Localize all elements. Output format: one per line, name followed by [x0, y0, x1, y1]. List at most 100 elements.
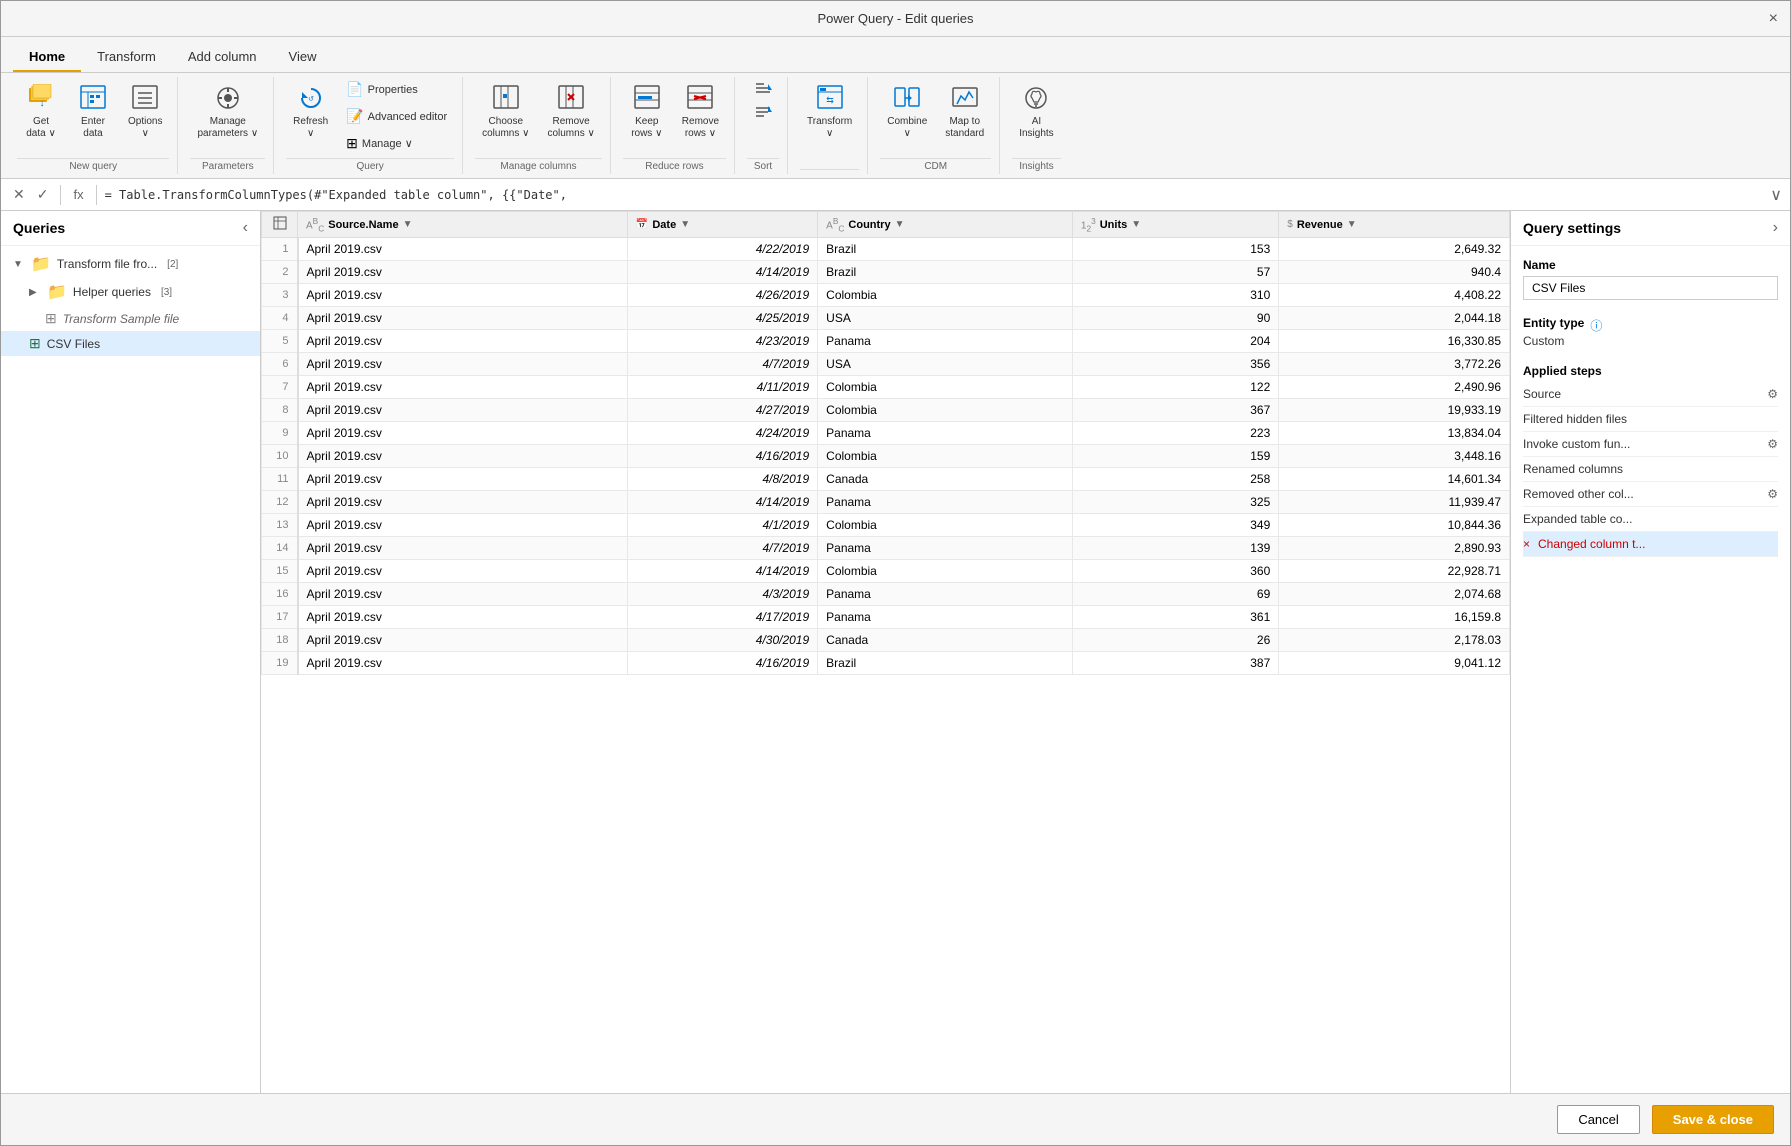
date-cell: 4/26/2019: [627, 284, 817, 307]
manage-button[interactable]: ⊞ Manage ∨: [339, 131, 454, 156]
qs-expand-button[interactable]: ›: [1773, 219, 1778, 237]
formula-cancel-icon[interactable]: ✕: [9, 184, 29, 205]
qs-info-icon[interactable]: ⓘ: [1590, 317, 1602, 334]
options-button[interactable]: Options∨: [121, 77, 169, 145]
table-row[interactable]: 10 April 2019.csv 4/16/2019 Colombia 159…: [262, 445, 1510, 468]
refresh-button[interactable]: ↺ Refresh∨: [286, 77, 335, 145]
table-row[interactable]: 5 April 2019.csv 4/23/2019 Panama 204 16…: [262, 330, 1510, 353]
save-close-button[interactable]: Save & close: [1652, 1105, 1774, 1134]
step-gear-icon-removed-other-col[interactable]: ⚙: [1767, 487, 1778, 501]
country-cell: USA: [818, 307, 1073, 330]
table-row[interactable]: 2 April 2019.csv 4/14/2019 Brazil 57 940…: [262, 261, 1510, 284]
remove-columns-button[interactable]: Removecolumns ∨: [540, 77, 601, 145]
folder-icon-transform: 📁: [31, 254, 51, 274]
transform-button[interactable]: ⇆ Transform∨: [800, 77, 859, 145]
table-row[interactable]: 18 April 2019.csv 4/30/2019 Canada 26 2,…: [262, 629, 1510, 652]
table-row[interactable]: 19 April 2019.csv 4/16/2019 Brazil 387 9…: [262, 652, 1510, 675]
col-header-revenue[interactable]: $ Revenue ▼: [1279, 212, 1510, 238]
step-error-icon[interactable]: ×: [1523, 537, 1530, 551]
date-cell: 4/17/2019: [627, 606, 817, 629]
source-cell: April 2019.csv: [298, 537, 628, 560]
tab-view[interactable]: View: [273, 43, 333, 72]
step-item-source[interactable]: Source⚙: [1523, 382, 1778, 407]
keep-rows-button[interactable]: Keeprows ∨: [623, 77, 671, 145]
titlebar: Power Query - Edit queries ×: [1, 1, 1790, 37]
get-data-button[interactable]: ↓ Getdata ∨: [17, 77, 65, 145]
grid-scroll[interactable]: ABC Source.Name ▼ 📅 Date ▼: [261, 211, 1510, 1093]
step-item-invoke-custom[interactable]: Invoke custom fun...⚙: [1523, 432, 1778, 457]
enter-data-button[interactable]: Enterdata: [69, 77, 117, 145]
table-row[interactable]: 14 April 2019.csv 4/7/2019 Panama 139 2,…: [262, 537, 1510, 560]
ribbon-group-reduce-rows-label: Reduce rows: [623, 158, 726, 174]
table-row[interactable]: 17 April 2019.csv 4/17/2019 Panama 361 1…: [262, 606, 1510, 629]
table-row[interactable]: 1 April 2019.csv 4/22/2019 Brazil 153 2,…: [262, 238, 1510, 261]
qs-entity-type-value: Custom: [1523, 334, 1778, 348]
step-item-filtered-hidden[interactable]: Filtered hidden files: [1523, 407, 1778, 432]
combine-button[interactable]: Combine∨: [880, 77, 934, 145]
step-item-renamed-columns[interactable]: Renamed columns: [1523, 457, 1778, 482]
units-cell: 122: [1072, 376, 1278, 399]
col-filter-country[interactable]: ▼: [895, 219, 905, 230]
formula-expand-icon[interactable]: ∨: [1770, 185, 1782, 205]
table-row[interactable]: 8 April 2019.csv 4/27/2019 Colombia 367 …: [262, 399, 1510, 422]
table-row[interactable]: 15 April 2019.csv 4/14/2019 Colombia 360…: [262, 560, 1510, 583]
sort-asc-button[interactable]: [747, 77, 779, 99]
table-row[interactable]: 3 April 2019.csv 4/26/2019 Colombia 310 …: [262, 284, 1510, 307]
ai-insights-button[interactable]: AIInsights: [1012, 77, 1060, 145]
remove-rows-button[interactable]: Removerows ∨: [675, 77, 726, 145]
manage-parameters-icon: [212, 82, 244, 114]
date-cell: 4/11/2019: [627, 376, 817, 399]
table-row[interactable]: 13 April 2019.csv 4/1/2019 Colombia 349 …: [262, 514, 1510, 537]
step-item-changed-column-t[interactable]: ×Changed column t...: [1523, 532, 1778, 557]
tab-add-column[interactable]: Add column: [172, 43, 273, 72]
choose-columns-button[interactable]: Choosecolumns ∨: [475, 77, 536, 145]
sidebar-item-csv-files[interactable]: ⊞ CSV Files: [1, 331, 260, 356]
revenue-cell: 22,928.71: [1279, 560, 1510, 583]
qs-name-input[interactable]: [1523, 276, 1778, 300]
advanced-editor-button[interactable]: 📝 Advanced editor: [339, 104, 454, 129]
col-filter-source[interactable]: ▼: [403, 219, 413, 230]
cancel-button[interactable]: Cancel: [1557, 1105, 1639, 1134]
table-row[interactable]: 7 April 2019.csv 4/11/2019 Colombia 122 …: [262, 376, 1510, 399]
table-row[interactable]: 11 April 2019.csv 4/8/2019 Canada 258 14…: [262, 468, 1510, 491]
table-row[interactable]: 16 April 2019.csv 4/3/2019 Panama 69 2,0…: [262, 583, 1510, 606]
col-header-date[interactable]: 📅 Date ▼: [627, 212, 817, 238]
country-cell: Panama: [818, 583, 1073, 606]
properties-button[interactable]: 📄 Properties: [339, 77, 454, 102]
table-row[interactable]: 6 April 2019.csv 4/7/2019 USA 356 3,772.…: [262, 353, 1510, 376]
col-filter-units[interactable]: ▼: [1131, 219, 1141, 230]
tab-transform[interactable]: Transform: [81, 43, 172, 72]
sidebar-item-transform-sample[interactable]: ⊞ Transform Sample file: [1, 306, 260, 331]
step-gear-icon-source[interactable]: ⚙: [1767, 387, 1778, 401]
col-header-units[interactable]: 123 Units ▼: [1072, 212, 1278, 238]
row-num-cell: 1: [262, 238, 298, 261]
source-cell: April 2019.csv: [298, 238, 628, 261]
sidebar-item-helper-queries[interactable]: ▶ 📁 Helper queries [3]: [1, 278, 260, 306]
date-cell: 4/16/2019: [627, 652, 817, 675]
col-filter-revenue[interactable]: ▼: [1347, 219, 1357, 230]
country-cell: Panama: [818, 537, 1073, 560]
col-header-source[interactable]: ABC Source.Name ▼: [298, 212, 628, 238]
formula-confirm-icon[interactable]: ✓: [33, 184, 53, 205]
step-item-expanded-table-co[interactable]: Expanded table co...: [1523, 507, 1778, 532]
col-header-country[interactable]: ABC Country ▼: [818, 212, 1073, 238]
close-button[interactable]: ×: [1769, 10, 1778, 28]
tab-home[interactable]: Home: [13, 43, 81, 72]
step-item-removed-other-col[interactable]: Removed other col...⚙: [1523, 482, 1778, 507]
table-row[interactable]: 9 April 2019.csv 4/24/2019 Panama 223 13…: [262, 422, 1510, 445]
map-to-standard-button[interactable]: Map tostandard: [938, 77, 991, 145]
units-cell: 387: [1072, 652, 1278, 675]
sidebar-item-transform-file[interactable]: ▼ 📁 Transform file fro... [2]: [1, 250, 260, 278]
formula-input[interactable]: = Table.TransformColumnTypes(#"Expanded …: [105, 188, 1763, 202]
manage-parameters-button[interactable]: Manageparameters ∨: [190, 77, 265, 145]
col-filter-date[interactable]: ▼: [680, 219, 690, 230]
table-row[interactable]: 12 April 2019.csv 4/14/2019 Panama 325 1…: [262, 491, 1510, 514]
sidebar-collapse-button[interactable]: ‹: [243, 219, 248, 237]
sort-desc-button[interactable]: [747, 101, 779, 123]
sidebar-title: Queries: [13, 220, 65, 236]
step-gear-icon-invoke-custom[interactable]: ⚙: [1767, 437, 1778, 451]
units-cell: 356: [1072, 353, 1278, 376]
ribbon-group-query: ↺ Refresh∨ 📄 Properties 📝 Advanced edito…: [278, 77, 463, 174]
table-row[interactable]: 4 April 2019.csv 4/25/2019 USA 90 2,044.…: [262, 307, 1510, 330]
row-num-cell: 18: [262, 629, 298, 652]
